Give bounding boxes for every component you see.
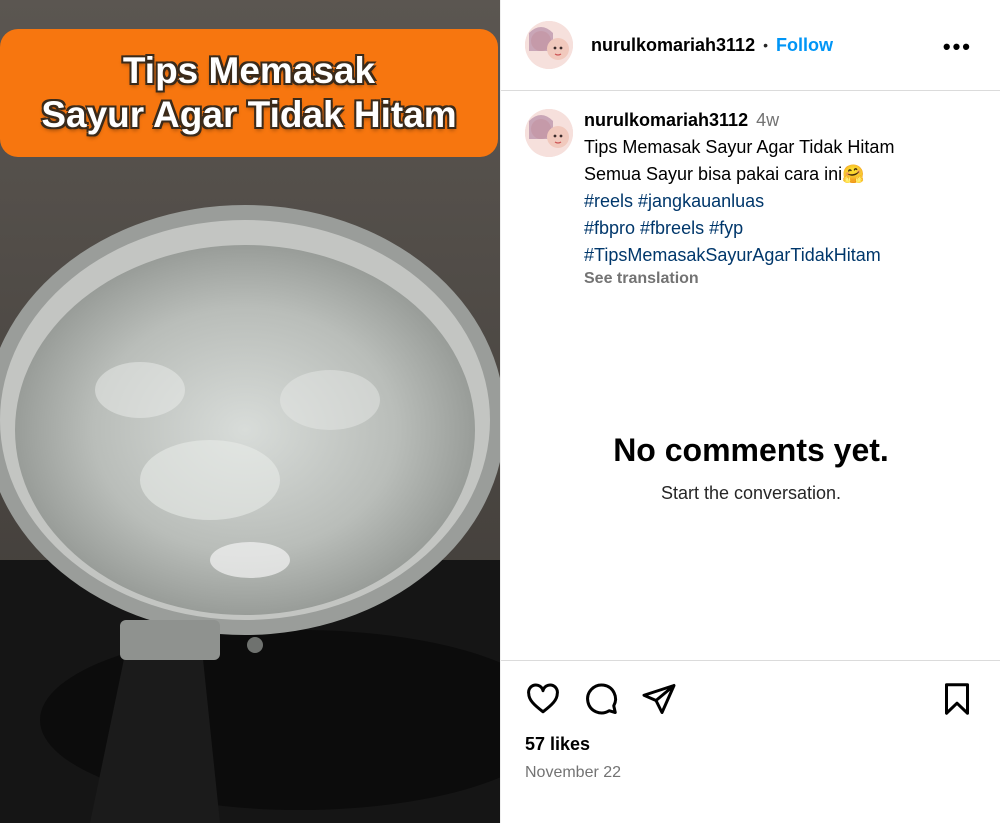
comment-icon[interactable] bbox=[583, 681, 621, 719]
like-heart-icon[interactable] bbox=[525, 681, 563, 719]
hashtags-line1[interactable]: #reels #jangkauanluas bbox=[584, 188, 894, 215]
caption-line1: Tips Memasak Sayur Agar Tidak Hitam bbox=[584, 137, 895, 157]
action-bar bbox=[525, 681, 977, 721]
post-date[interactable]: November 22 bbox=[525, 764, 621, 782]
caption-username[interactable]: nurulkomariah3112 bbox=[584, 110, 748, 130]
hashtags-line2[interactable]: #fbpro #fbreels #fyp bbox=[584, 215, 894, 242]
hashtags-line3[interactable]: #TipsMemasakSayurAgarTidakHitam bbox=[584, 242, 894, 269]
caption-avatar[interactable] bbox=[525, 109, 573, 157]
post-media[interactable]: Tips Memasak Sayur Agar Tidak Hitam bbox=[0, 0, 500, 823]
header-username[interactable]: nurulkomariah3112 bbox=[591, 35, 755, 56]
separator-dot: • bbox=[763, 37, 768, 53]
save-bookmark-icon[interactable] bbox=[939, 681, 977, 719]
caption-line2: Semua Sayur bisa pakai cara ini🤗 bbox=[584, 164, 865, 184]
overlay-title-line2: Sayur Agar Tidak Hitam bbox=[41, 94, 457, 135]
post-side-panel: nurulkomariah3112 • Follow ••• nurulkoma… bbox=[500, 0, 1000, 823]
caption: nurulkomariah3112 4w Tips Memasak Sayur A… bbox=[501, 91, 1000, 289]
post-header: nurulkomariah3112 • Follow ••• bbox=[501, 0, 1000, 91]
likes-count[interactable]: 57 likes bbox=[525, 734, 590, 755]
overlay-title-line1: Tips Memasak bbox=[122, 50, 376, 91]
avatar[interactable] bbox=[525, 21, 573, 69]
no-comments-title: No comments yet. bbox=[613, 432, 889, 468]
post-footer: 57 likes November 22 bbox=[501, 660, 1000, 824]
follow-button[interactable]: Follow bbox=[776, 35, 833, 56]
post-time[interactable]: 4w bbox=[756, 110, 779, 130]
no-comments-subtitle: Start the conversation. bbox=[660, 483, 842, 503]
see-translation-link[interactable]: See translation bbox=[584, 269, 894, 289]
video-title-overlay: Tips Memasak Sayur Agar Tidak Hitam bbox=[0, 29, 498, 157]
more-options-icon[interactable]: ••• bbox=[943, 34, 972, 60]
empty-comments: No comments yet. Start the conversation. bbox=[501, 432, 1000, 504]
share-icon[interactable] bbox=[641, 681, 679, 719]
caption-body: nurulkomariah3112 4w Tips Memasak Sayur A… bbox=[584, 107, 894, 289]
